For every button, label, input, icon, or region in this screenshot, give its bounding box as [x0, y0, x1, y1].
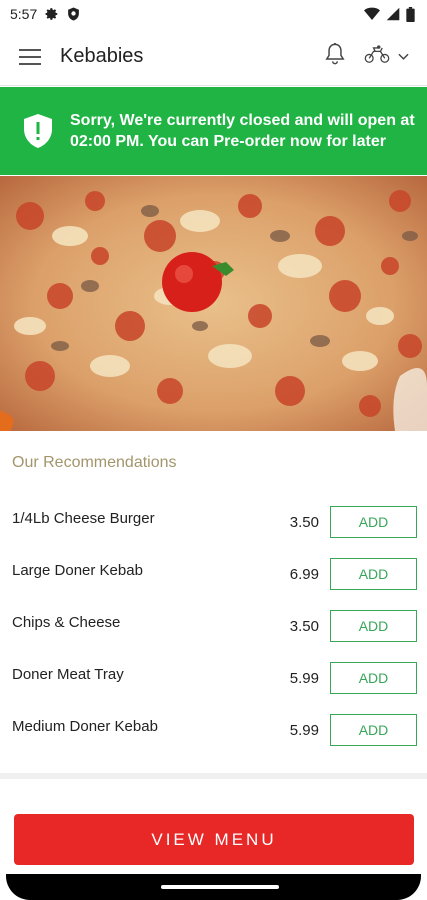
app-actions [324, 42, 427, 71]
status-time: 5:57 [10, 6, 38, 22]
app-bar: Kebabies [0, 28, 427, 86]
system-nav-bar [0, 874, 427, 900]
status-bar: 5:57 [0, 0, 427, 28]
item-price: 3.50 [289, 617, 319, 635]
item-name: 1/4Lb Cheese Burger [12, 509, 155, 527]
status-left: 5:57 [10, 6, 80, 22]
recommendations-title: Our Recommendations [12, 454, 177, 471]
nav-bar-background [6, 874, 421, 900]
rider-icon [364, 44, 390, 69]
shield-alert-icon [22, 113, 54, 149]
list-item: Large Doner Kebab 6.99 ADD [0, 552, 427, 604]
add-button[interactable]: ADD [330, 506, 417, 538]
section-divider [0, 773, 427, 779]
pizza-hero-image [0, 176, 427, 431]
item-name: Large Doner Kebab [12, 561, 143, 579]
rider-selector[interactable] [364, 44, 409, 69]
shield-icon [67, 7, 80, 21]
add-button[interactable]: ADD [330, 714, 417, 746]
view-menu-button[interactable]: VIEW MENU [14, 814, 414, 865]
app-title: Kebabies [60, 45, 144, 67]
status-right [364, 6, 415, 22]
list-item: Chips & Cheese 3.50 ADD [0, 604, 427, 656]
item-price: 6.99 [289, 565, 319, 583]
add-button[interactable]: ADD [330, 610, 417, 642]
list-item: Medium Doner Kebab 5.99 ADD [0, 708, 427, 760]
wifi-icon [364, 7, 380, 21]
add-button[interactable]: ADD [330, 662, 417, 694]
recommendations-list: 1/4Lb Cheese Burger 3.50 ADD Large Doner… [0, 500, 427, 760]
item-name: Medium Doner Kebab [12, 717, 158, 735]
banner-message: Sorry, We're currently closed and will o… [70, 112, 415, 150]
item-price: 5.99 [289, 669, 319, 687]
bell-icon[interactable] [324, 42, 346, 71]
item-name: Doner Meat Tray [12, 665, 124, 683]
hamburger-menu-icon[interactable] [0, 28, 60, 86]
item-price: 3.50 [289, 513, 319, 531]
list-item: Doner Meat Tray 5.99 ADD [0, 656, 427, 708]
add-button[interactable]: ADD [330, 558, 417, 590]
item-price: 5.99 [289, 721, 319, 739]
item-name: Chips & Cheese [12, 613, 121, 631]
closed-banner: Sorry, We're currently closed and will o… [0, 87, 427, 175]
home-gesture-handle[interactable] [161, 885, 279, 889]
battery-icon [406, 6, 415, 22]
signal-icon [386, 7, 400, 21]
gear-icon [45, 7, 59, 21]
list-item: 1/4Lb Cheese Burger 3.50 ADD [0, 500, 427, 552]
chevron-down-icon [398, 48, 409, 66]
